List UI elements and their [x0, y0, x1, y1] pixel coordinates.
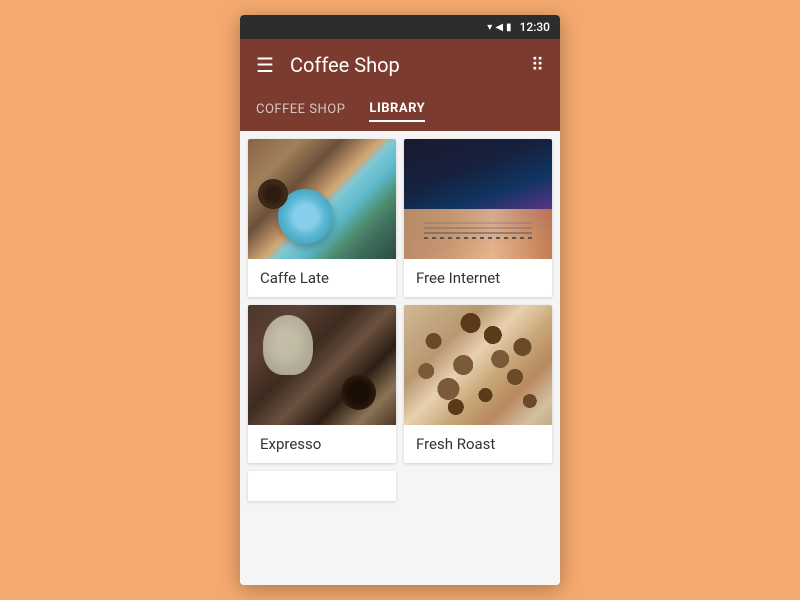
- card-grid: Caffe Late Free Internet Expresso Fresh …: [248, 139, 552, 463]
- card-image-expresso: [248, 305, 396, 425]
- card-image-caffe-late: [248, 139, 396, 259]
- card-image-fresh-roast: [404, 305, 552, 425]
- phone-frame: ▾ ◀ ▮ 12:30 ☰ Coffee Shop ⠿ Coffee Shop …: [240, 15, 560, 585]
- battery-icon: ▮: [506, 22, 512, 33]
- card-free-internet[interactable]: Free Internet: [404, 139, 552, 297]
- card-caffe-late[interactable]: Caffe Late: [248, 139, 396, 297]
- status-time: 12:30: [520, 20, 550, 34]
- card-label-caffe-late: Caffe Late: [248, 259, 396, 297]
- card-image-free-internet: [404, 139, 552, 259]
- status-bar: ▾ ◀ ▮ 12:30: [240, 15, 560, 39]
- card-label-expresso: Expresso: [248, 425, 396, 463]
- card-label-fresh-roast: Fresh Roast: [404, 425, 552, 463]
- card-fresh-roast[interactable]: Fresh Roast: [404, 305, 552, 463]
- grid-icon[interactable]: ⠿: [531, 55, 544, 76]
- tab-bar: Coffee Shop Library: [240, 91, 560, 131]
- tab-coffee-shop[interactable]: Coffee Shop: [256, 102, 345, 121]
- header-title: Coffee Shop: [290, 53, 531, 77]
- tab-library[interactable]: Library: [369, 101, 425, 122]
- card-label-free-internet: Free Internet: [404, 259, 552, 297]
- wifi-icon: ▾: [487, 22, 492, 33]
- app-header: ☰ Coffee Shop ⠿: [240, 39, 560, 91]
- status-icons: ▾ ◀ ▮: [487, 22, 511, 33]
- signal-icon: ◀: [495, 22, 503, 33]
- card-expresso[interactable]: Expresso: [248, 305, 396, 463]
- partial-card-hint: [248, 471, 396, 501]
- content-area: Caffe Late Free Internet Expresso Fresh …: [240, 131, 560, 585]
- hamburger-icon[interactable]: ☰: [256, 53, 274, 77]
